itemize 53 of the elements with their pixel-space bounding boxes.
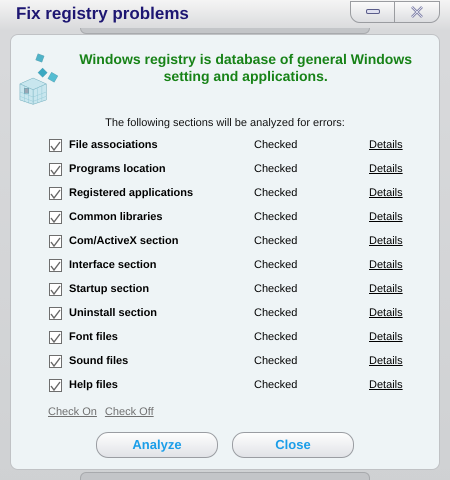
section-label: Interface section [69, 258, 158, 274]
status-text: Checked [254, 187, 298, 200]
minimize-button[interactable] [350, 1, 395, 23]
checkbox[interactable] [49, 187, 62, 200]
details-link[interactable]: Details [369, 377, 403, 394]
status-text: Checked [254, 355, 298, 368]
close-icon [411, 6, 423, 18]
checkbox[interactable] [49, 283, 62, 296]
check-off-link[interactable]: Check Off [104, 404, 154, 420]
checkbox[interactable] [49, 355, 62, 368]
checkbox[interactable] [49, 379, 62, 392]
close-window-button[interactable] [395, 1, 440, 23]
details-link[interactable]: Details [369, 209, 403, 226]
details-link[interactable]: Details [369, 305, 403, 322]
details-link[interactable]: Details [369, 329, 403, 346]
section-label: Uninstall section [69, 306, 158, 322]
status-text: Checked [254, 211, 298, 224]
section-label: Registered applications [69, 186, 194, 202]
section-label: File associations [69, 138, 159, 154]
section-label: Sound files [69, 354, 130, 370]
details-link[interactable]: Details [369, 233, 403, 250]
checkbox[interactable] [49, 235, 62, 248]
section-label: Font files [69, 330, 119, 346]
checkbox[interactable] [49, 139, 62, 152]
checkbox[interactable] [49, 307, 62, 320]
details-link[interactable]: Details [369, 185, 403, 202]
status-text: Checked [254, 163, 298, 176]
details-link[interactable]: Details [369, 353, 403, 370]
minimize-icon [366, 9, 380, 15]
status-text: Checked [254, 307, 298, 320]
status-text: Checked [254, 235, 298, 248]
details-link[interactable]: Details [369, 161, 403, 178]
section-label: Programs location [69, 162, 167, 178]
details-link[interactable]: Details [369, 281, 403, 298]
checkbox[interactable] [49, 163, 62, 176]
checkbox[interactable] [49, 331, 62, 344]
check-on-link[interactable]: Check On [48, 404, 97, 420]
status-text: Checked [254, 283, 298, 296]
window-title: Fix registry problems [16, 3, 189, 26]
section-label: Common libraries [69, 210, 164, 226]
status-text: Checked [254, 379, 298, 392]
section-label: Startup section [69, 282, 150, 298]
status-text: Checked [254, 139, 298, 152]
status-text: Checked [254, 331, 298, 344]
intro-text: The following sections will be analyzed for errors: [105, 117, 345, 129]
checkbox[interactable] [49, 211, 62, 224]
header-text: Windows registry is database of general Windows setting and applications. [79, 51, 412, 84]
status-text: Checked [254, 259, 298, 272]
section-label: Help files [69, 378, 119, 394]
section-label: Com/ActiveX section [69, 234, 180, 250]
details-link[interactable]: Details [369, 257, 403, 274]
details-link[interactable]: Details [369, 137, 403, 154]
checkbox[interactable] [49, 259, 62, 272]
